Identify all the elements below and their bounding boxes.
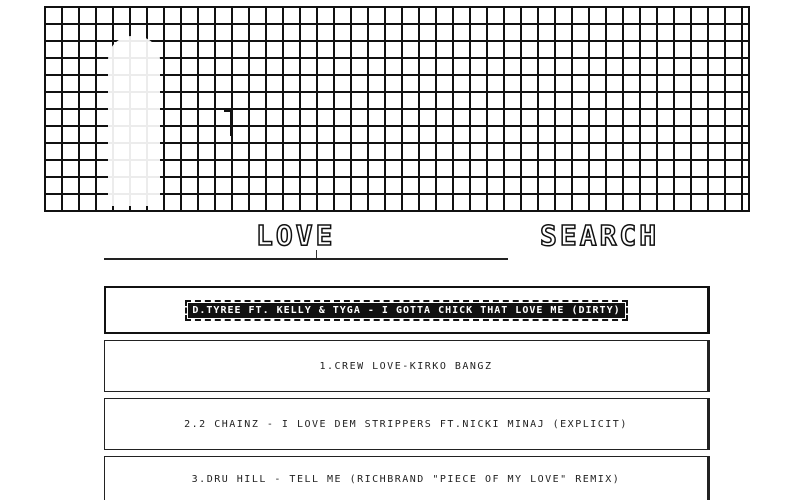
corner-mark-icon	[224, 110, 232, 136]
header-grid-banner	[44, 6, 750, 212]
song-title: D.TYREE FT. KELLY & TYGA - I GOTTA CHICK…	[185, 299, 628, 321]
song-item-2[interactable]: 2.2 CHAINZ - I LOVE DEM STRIPPERS FT.NIC…	[104, 398, 710, 450]
nav-search-link[interactable]: SEARCH	[539, 221, 659, 251]
nav-underline-divider	[104, 258, 508, 260]
song-title: 1.CREW LOVE-KIRKO BANGZ	[319, 360, 493, 372]
song-item-3[interactable]: 3.DRU HILL - TELL ME (RICHBRAND "PIECE O…	[104, 456, 710, 500]
figure-silhouette-image	[108, 36, 160, 206]
song-item-1[interactable]: 1.CREW LOVE-KIRKO BANGZ	[104, 340, 710, 392]
song-title: 3.DRU HILL - TELL ME (RICHBRAND "PIECE O…	[191, 473, 621, 485]
song-title: 2.2 CHAINZ - I LOVE DEM STRIPPERS FT.NIC…	[184, 418, 628, 430]
nav-love-link[interactable]: LOVE	[255, 221, 335, 251]
song-list: D.TYREE FT. KELLY & TYGA - I GOTTA CHICK…	[104, 286, 710, 500]
nav-tick-divider	[316, 250, 317, 258]
page: LOVE SEARCH D.TYREE FT. KELLY & TYGA - I…	[0, 0, 800, 500]
song-item-featured[interactable]: D.TYREE FT. KELLY & TYGA - I GOTTA CHICK…	[104, 286, 710, 334]
